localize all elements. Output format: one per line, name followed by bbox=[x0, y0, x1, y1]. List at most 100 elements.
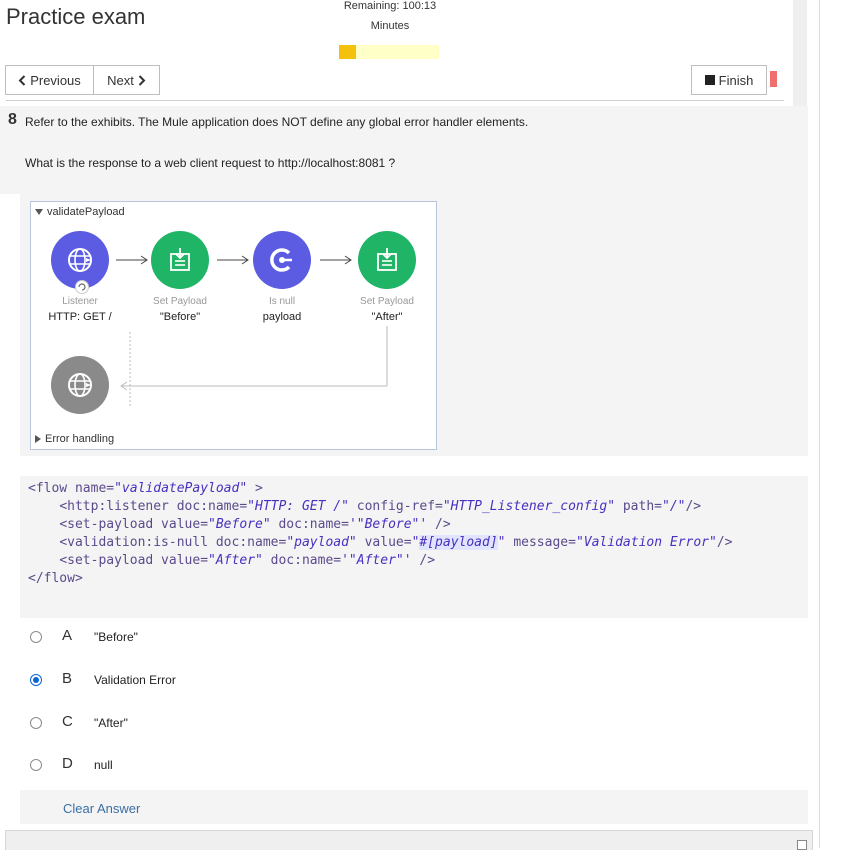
option-text: null bbox=[94, 758, 113, 772]
set-payload-icon bbox=[377, 248, 397, 271]
arrow-right-icon bbox=[217, 255, 249, 265]
radio-b[interactable] bbox=[30, 674, 42, 686]
timer-progress-bar bbox=[339, 45, 439, 59]
code-token: /> bbox=[427, 517, 451, 532]
timer-progress-fill bbox=[339, 45, 356, 59]
error-handler-node bbox=[51, 356, 109, 414]
next-button[interactable]: Next bbox=[93, 65, 160, 95]
radio-a[interactable] bbox=[30, 631, 42, 643]
globe-icon bbox=[68, 373, 92, 397]
flow-header: validatePayload bbox=[35, 206, 125, 218]
option-letter: B bbox=[62, 670, 73, 687]
flag-marker bbox=[770, 71, 777, 87]
code-token: <http:listener bbox=[59, 499, 169, 514]
code-token: "validatePayload" bbox=[114, 481, 248, 496]
error-return-path bbox=[120, 326, 388, 407]
flow-name: validatePayload bbox=[47, 206, 125, 218]
code-token: "Before" bbox=[208, 517, 271, 532]
error-handling-label: Error handling bbox=[45, 433, 115, 445]
node-label-top: Listener bbox=[62, 296, 98, 307]
previous-button[interactable]: Previous bbox=[5, 65, 94, 95]
option-text: "Before" bbox=[94, 630, 138, 644]
code-token: "After" bbox=[208, 553, 263, 568]
triangle-right-icon bbox=[35, 435, 41, 443]
code-token: /> bbox=[411, 553, 436, 568]
code-token: name= bbox=[67, 481, 115, 496]
error-handling-toggle[interactable]: Error handling bbox=[35, 433, 114, 445]
code-token: doc:name= bbox=[270, 517, 349, 532]
validation-icon bbox=[270, 248, 292, 272]
code-token: <flow bbox=[28, 481, 68, 496]
code-token: "/" bbox=[662, 499, 686, 514]
right-divider bbox=[819, 0, 820, 848]
node-label-top: Is null bbox=[268, 296, 296, 307]
code-token: "Validation Error" bbox=[575, 535, 717, 550]
option-text: "After" bbox=[94, 716, 128, 730]
separator-band bbox=[20, 592, 808, 618]
code-token: doc:name= bbox=[208, 535, 287, 550]
option-letter: D bbox=[62, 755, 73, 772]
code-token: /> bbox=[685, 499, 702, 514]
code-token: doc:name= bbox=[262, 553, 342, 568]
question-text: Refer to the exhibits. The Mule applicat… bbox=[25, 115, 529, 129]
right-scroll-track bbox=[793, 0, 807, 107]
timer-remaining: Remaining: 100:13 bbox=[343, 0, 437, 12]
node-label-top: Set Payload bbox=[153, 296, 207, 307]
code-token: value= bbox=[153, 517, 209, 532]
code-token: "HTTP: GET /" bbox=[247, 499, 349, 514]
previous-label: Previous bbox=[30, 72, 81, 88]
code-exhibit: <flow name="validatePayload" > <http:lis… bbox=[28, 480, 733, 588]
refresh-badge-icon bbox=[75, 280, 89, 294]
code-token: '"Before"' bbox=[348, 517, 428, 532]
question-number: 8 bbox=[8, 111, 17, 128]
option-letter: C bbox=[62, 713, 73, 730]
code-token-highlight: #[payload] bbox=[419, 535, 498, 550]
set-payload-before-node bbox=[151, 231, 209, 289]
set-payload-icon bbox=[170, 248, 190, 271]
stop-icon bbox=[704, 75, 715, 85]
code-token: doc:name= bbox=[168, 499, 248, 514]
code-token: "HTTP_Listener_config" bbox=[442, 499, 616, 514]
globe-icon bbox=[68, 248, 92, 272]
code-token: value= bbox=[356, 535, 412, 550]
arrow-right-icon bbox=[116, 255, 148, 265]
answer-option-c[interactable]: C "After" bbox=[20, 704, 808, 744]
question-prompt: What is the response to a web client req… bbox=[25, 156, 396, 170]
code-token: <set-payload bbox=[59, 517, 154, 532]
next-label: Next bbox=[107, 72, 134, 88]
code-token: <validation:is-null bbox=[59, 535, 209, 550]
is-null-node bbox=[253, 231, 311, 289]
chevron-right-icon bbox=[138, 74, 146, 86]
code-token: path= bbox=[615, 499, 662, 514]
scroll-corner bbox=[797, 840, 807, 850]
radio-d[interactable] bbox=[30, 759, 42, 771]
code-token: message= bbox=[505, 535, 576, 550]
node-label-top: Set Payload bbox=[360, 296, 414, 307]
code-token: config-ref= bbox=[348, 499, 443, 514]
timer-unit: Minutes bbox=[370, 20, 410, 32]
answer-option-b[interactable]: B Validation Error bbox=[20, 661, 808, 701]
finish-label: Finish bbox=[718, 72, 754, 88]
nav-divider bbox=[6, 100, 784, 101]
code-token: "payload" bbox=[286, 535, 357, 550]
arrow-right-icon bbox=[320, 255, 352, 265]
code-token: > bbox=[247, 481, 263, 496]
chevron-left-icon bbox=[18, 74, 26, 86]
triangle-down-icon bbox=[35, 209, 43, 215]
set-payload-after-node bbox=[358, 231, 416, 289]
code-token: /> bbox=[716, 535, 733, 550]
finish-button[interactable]: Finish bbox=[691, 65, 767, 95]
code-token: value= bbox=[153, 553, 209, 568]
option-text: Validation Error bbox=[94, 673, 176, 687]
next-panel bbox=[5, 830, 813, 850]
page-title: Practice exam bbox=[6, 4, 146, 29]
clear-answer-link[interactable]: Clear Answer bbox=[63, 801, 140, 816]
radio-c[interactable] bbox=[30, 717, 42, 729]
code-token: " bbox=[497, 535, 506, 550]
answer-option-d[interactable]: D null bbox=[20, 746, 808, 786]
code-token: '"After"' bbox=[341, 553, 412, 568]
option-letter: A bbox=[62, 627, 73, 644]
answer-option-a[interactable]: A "Before" bbox=[20, 618, 808, 658]
code-token: <set-payload bbox=[59, 553, 154, 568]
flow-diagram: validatePayload Listener HTTP: GET / Set… bbox=[30, 201, 437, 450]
